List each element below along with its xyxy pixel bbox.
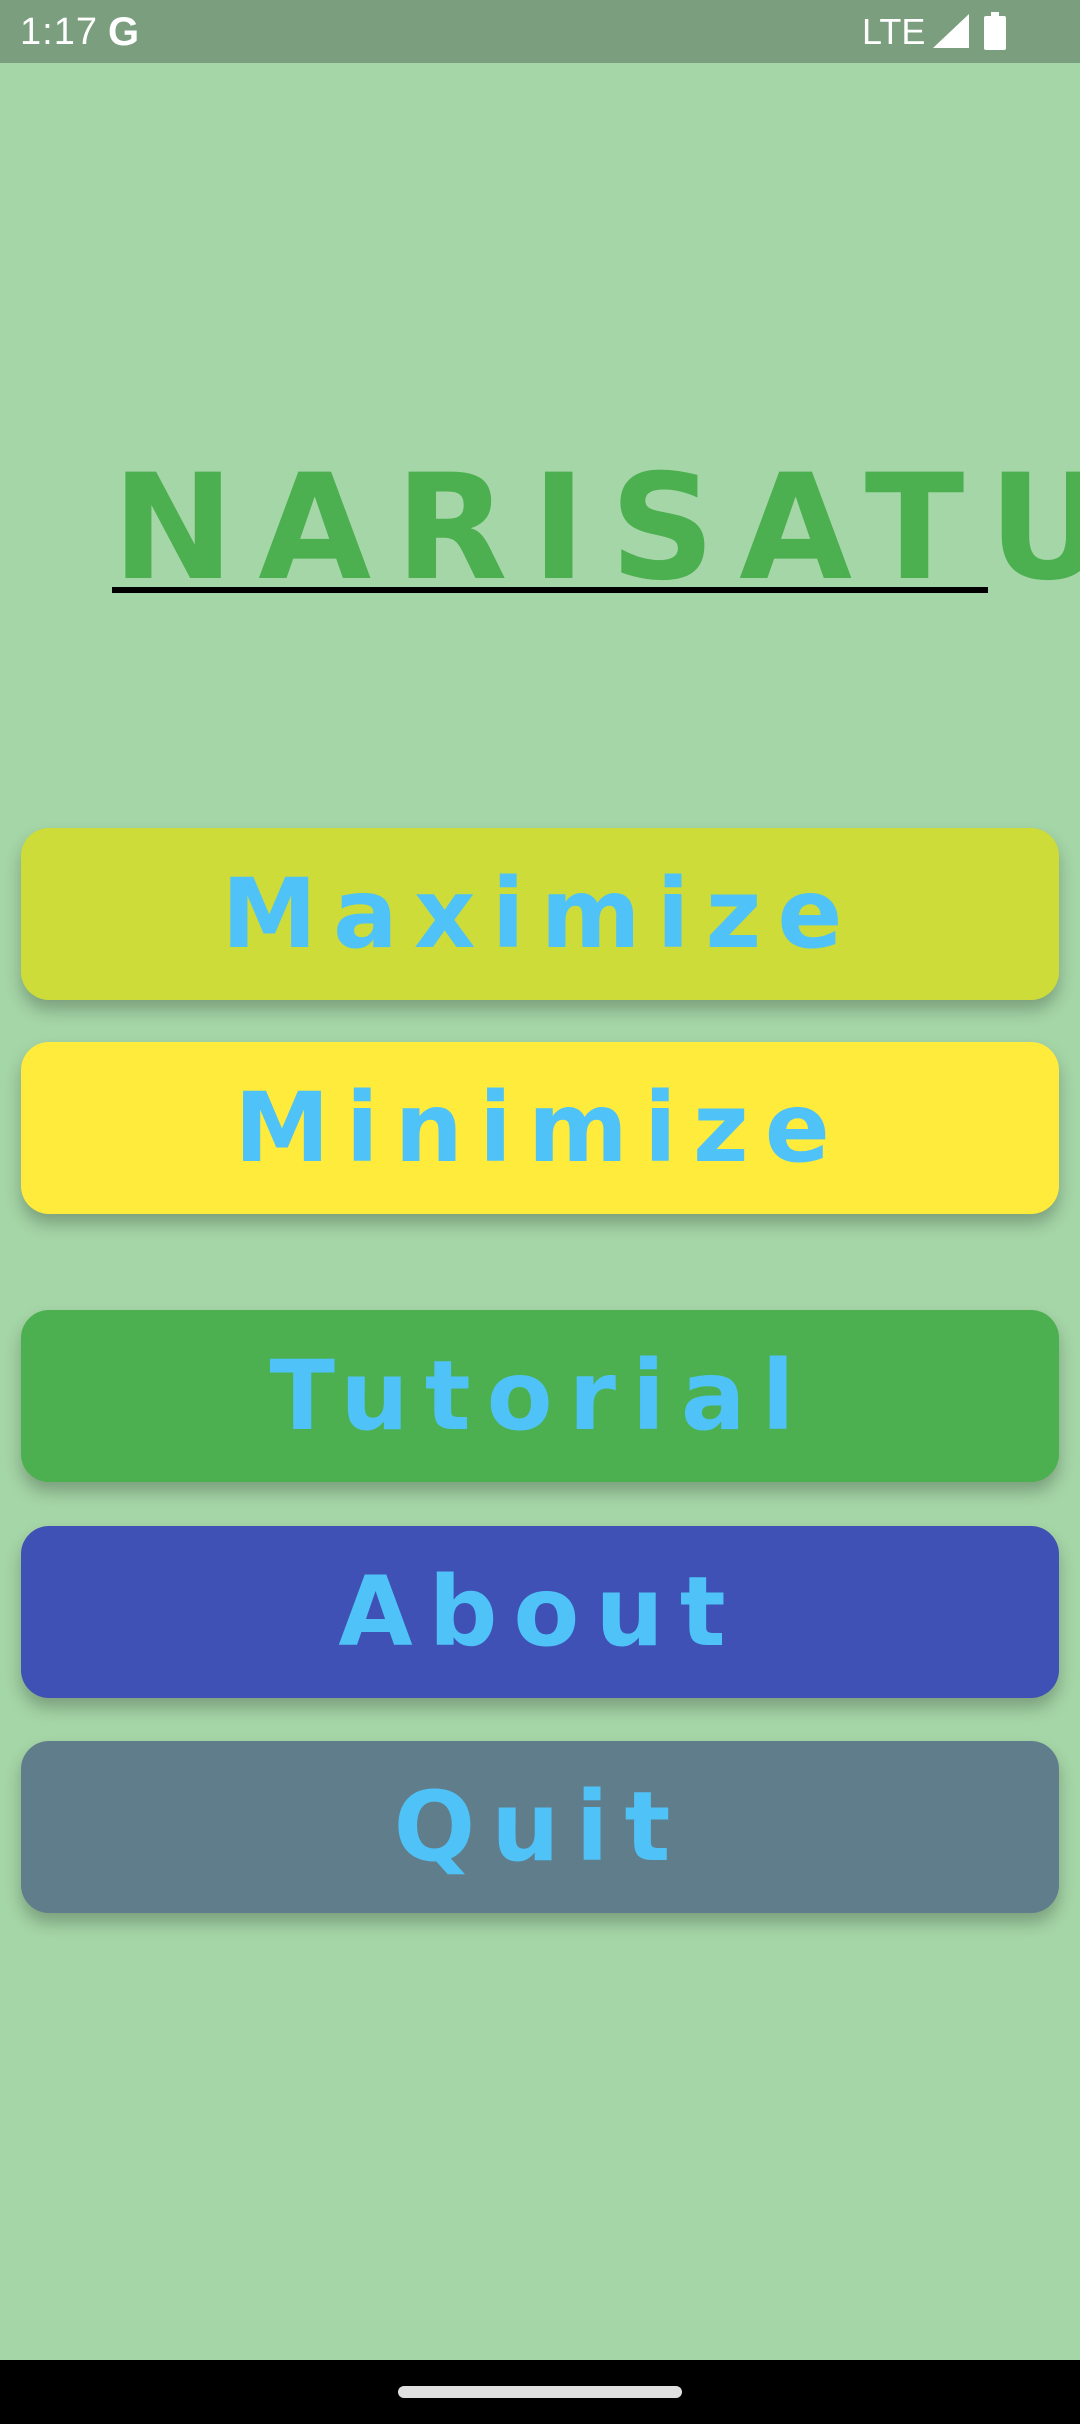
network-type: LTE xyxy=(862,11,926,52)
status-time: 1:17 xyxy=(20,11,98,53)
maximize-button[interactable]: Maximize xyxy=(21,828,1059,1000)
minimize-button[interactable]: Minimize xyxy=(21,1042,1059,1214)
app-title: NARISATU xyxy=(112,443,1080,613)
signal-icon xyxy=(933,14,969,48)
battery-icon xyxy=(984,12,1006,50)
quit-button[interactable]: Quit xyxy=(21,1741,1059,1913)
title-underline xyxy=(112,587,988,593)
home-handle[interactable] xyxy=(398,2386,682,2398)
navigation-bar xyxy=(0,2360,1080,2424)
status-bar: 1:17 G LTE xyxy=(0,0,1080,63)
google-icon: G xyxy=(108,10,140,54)
tutorial-button[interactable]: Tutorial xyxy=(21,1310,1059,1482)
about-button[interactable]: About xyxy=(21,1526,1059,1698)
